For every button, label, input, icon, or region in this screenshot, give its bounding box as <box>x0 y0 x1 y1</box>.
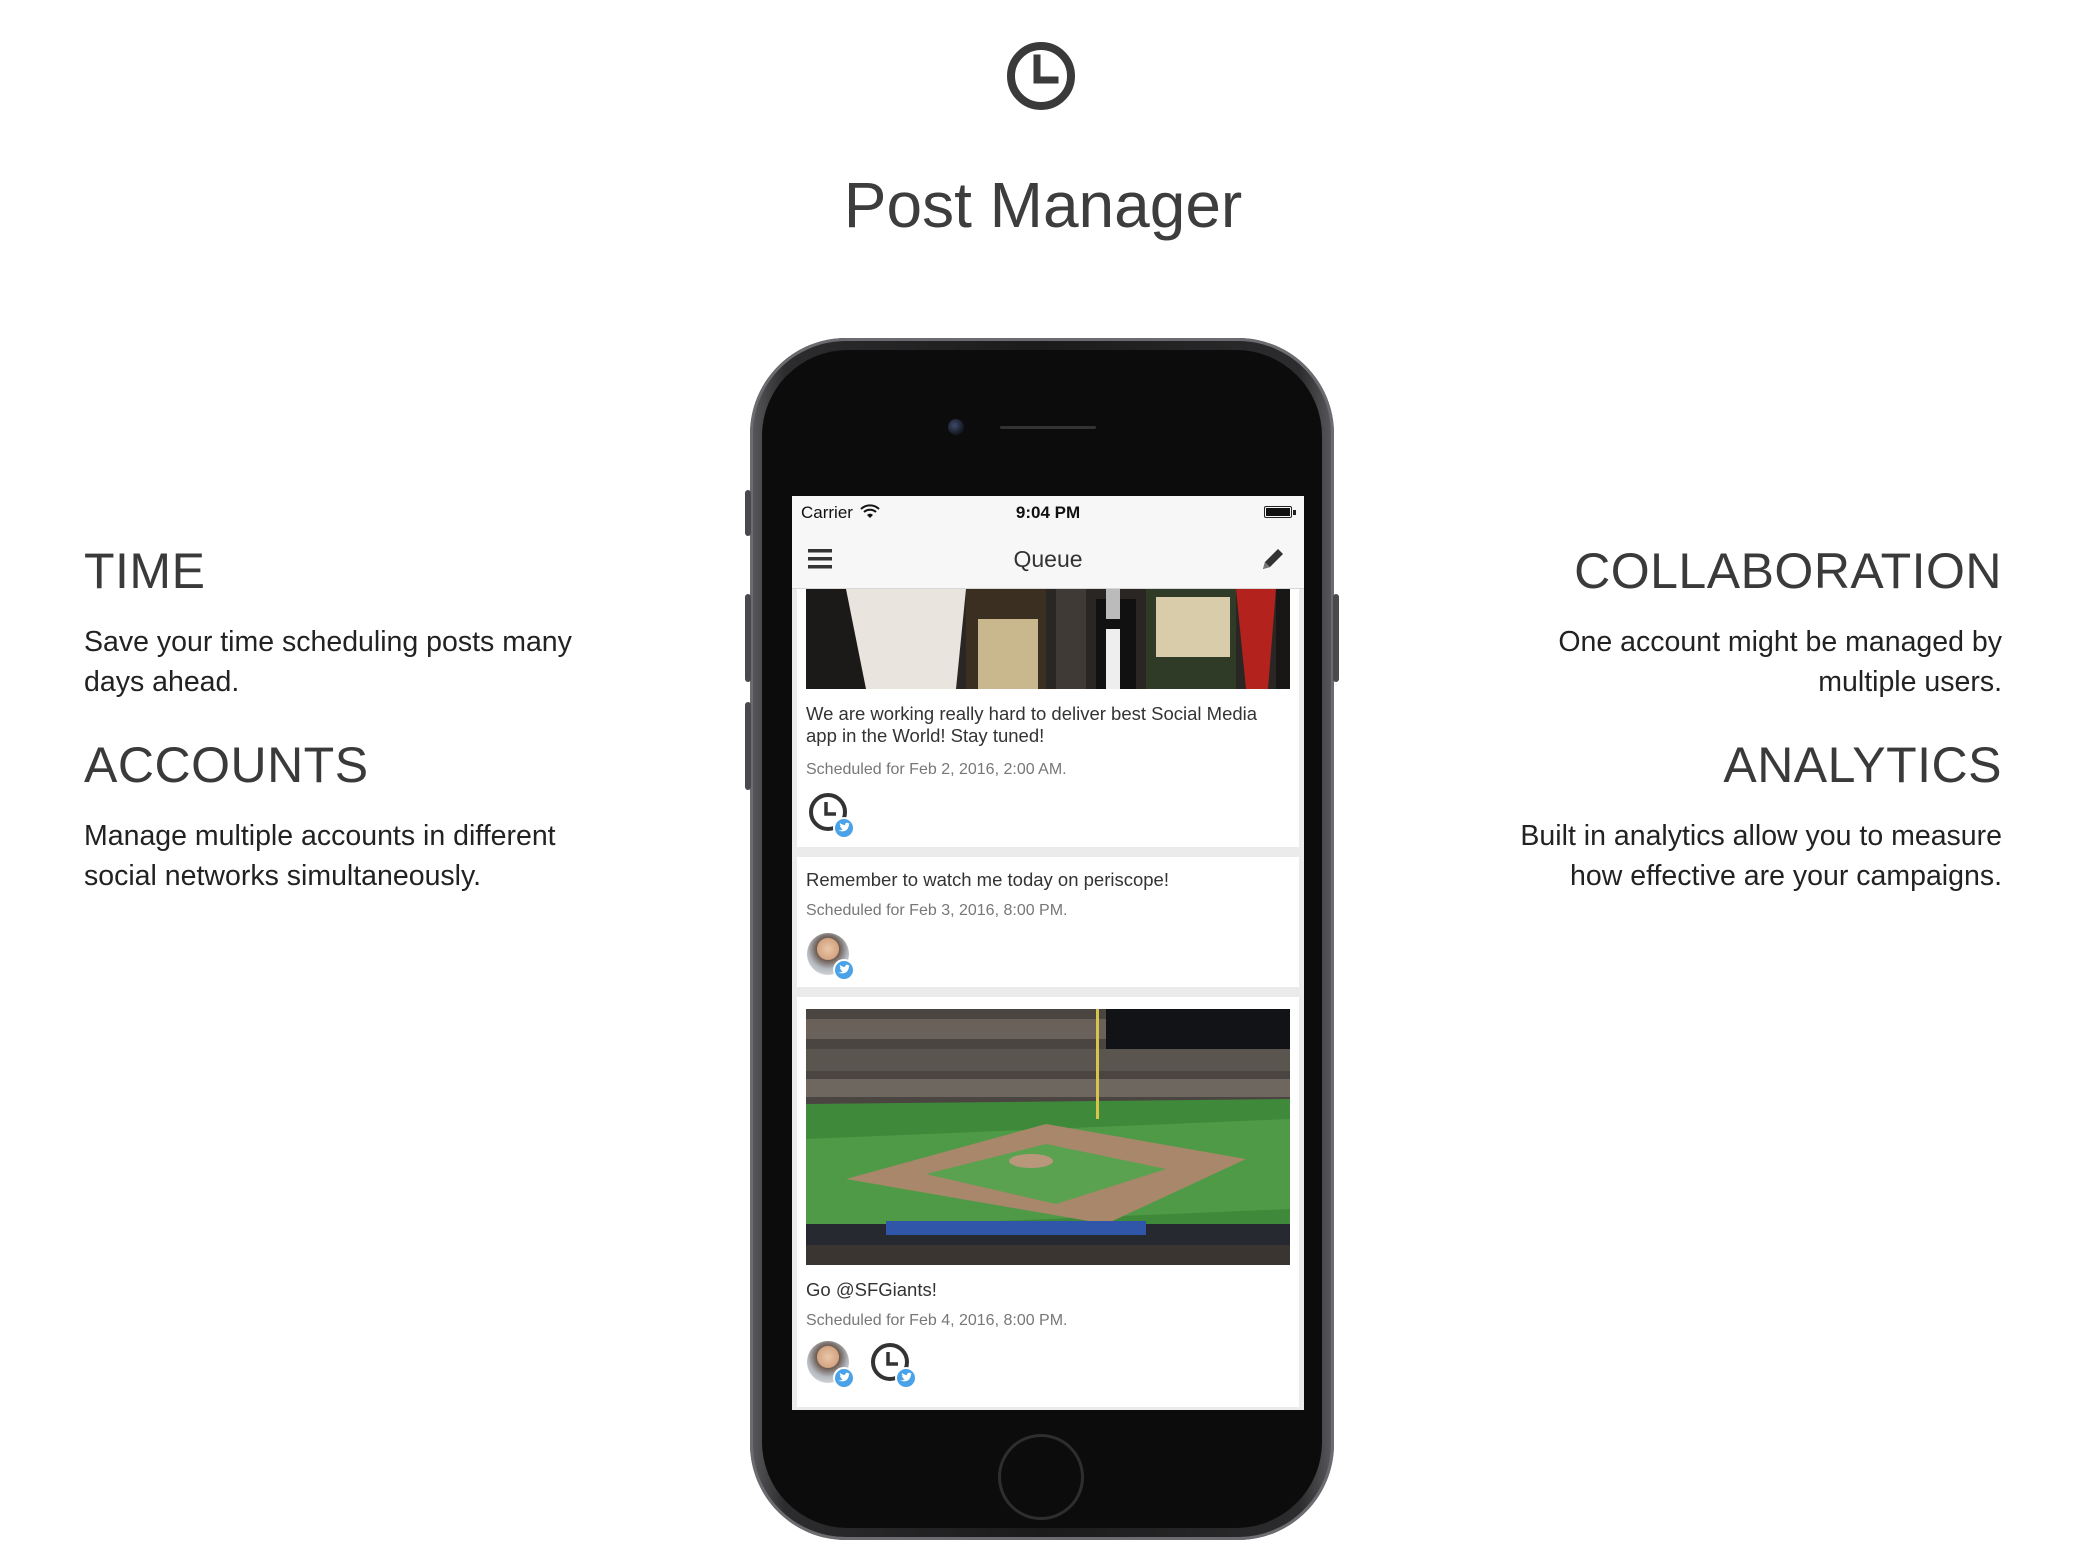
account-user-avatar[interactable] <box>807 1341 855 1389</box>
feature-collaboration: COLLABORATION One account might be manag… <box>1422 542 2002 702</box>
phone-volume-up <box>745 594 751 682</box>
battery-icon <box>1264 506 1292 518</box>
feature-title: ANALYTICS <box>1723 737 2002 793</box>
post-card[interactable]: Remember to watch me today on periscope!… <box>797 857 1299 987</box>
front-camera <box>948 419 964 435</box>
phone-silent-switch <box>745 490 751 536</box>
phone-screen: Carrier 9:04 PM Queue We are working rea… <box>792 496 1304 1410</box>
account-user-avatar[interactable] <box>807 933 855 981</box>
bottles-photo <box>806 589 1290 689</box>
clock-icon <box>1007 42 1075 110</box>
phone-power-button <box>1333 594 1339 682</box>
twitter-bird-icon <box>838 1372 850 1382</box>
twitter-bird-icon <box>838 822 850 832</box>
post-text: Go @SFGiants! <box>806 1279 937 1300</box>
feature-description: Save your time scheduling posts many day… <box>84 626 572 698</box>
feature-description: One account might be managed by multiple… <box>1558 626 2002 698</box>
earpiece-speaker <box>1000 426 1096 429</box>
account-clock-avatar[interactable] <box>807 791 855 839</box>
feature-analytics: ANALYTICS Built in analytics allow you t… <box>1422 736 2002 896</box>
feature-title: ACCOUNTS <box>84 737 369 793</box>
twitter-bird-icon <box>838 964 850 974</box>
feature-description: Built in analytics allow you to measure … <box>1520 820 2002 892</box>
post-text: Remember to watch me today on periscope! <box>806 869 1169 890</box>
status-bar: Carrier 9:04 PM <box>792 496 1304 530</box>
twitter-badge-icon <box>833 817 855 839</box>
feature-title: TIME <box>84 543 206 599</box>
twitter-bird-icon <box>900 1372 912 1382</box>
phone-mockup: Carrier 9:04 PM Queue We are working rea… <box>745 338 1339 1540</box>
phone-bezel: Carrier 9:04 PM Queue We are working rea… <box>762 350 1322 1528</box>
battery-tip <box>1293 510 1296 515</box>
twitter-badge-icon <box>833 959 855 981</box>
feature-accounts: ACCOUNTS Manage multiple accounts in dif… <box>84 736 664 896</box>
post-image-bottles <box>806 589 1290 689</box>
account-clock-avatar[interactable] <box>869 1341 917 1389</box>
post-text: We are working really hard to deliver be… <box>806 703 1258 746</box>
status-time: 9:04 PM <box>1015 503 1081 522</box>
nav-title: Queue <box>1013 546 1083 572</box>
post-card[interactable]: Go @SFGiants! Scheduled for Feb 4, 2016,… <box>797 997 1299 1407</box>
ballpark-photo <box>806 1009 1290 1265</box>
home-button[interactable] <box>998 1434 1084 1520</box>
compose-icon[interactable] <box>1260 546 1286 572</box>
twitter-badge-icon <box>895 1367 917 1389</box>
post-scheduled-time: Scheduled for Feb 4, 2016, 8:00 PM. <box>806 1312 1068 1329</box>
nav-bar: Queue <box>792 530 1304 589</box>
feature-time: TIME Save your time scheduling posts man… <box>84 542 664 702</box>
page-title: Post Manager <box>843 169 1243 241</box>
post-scheduled-time: Scheduled for Feb 3, 2016, 8:00 PM. <box>806 902 1068 919</box>
feature-title: COLLABORATION <box>1574 543 2002 599</box>
post-image-ballpark <box>806 1009 1290 1265</box>
post-card[interactable]: We are working really hard to deliver be… <box>797 589 1299 847</box>
twitter-badge-icon <box>833 1367 855 1389</box>
phone-volume-down <box>745 702 751 790</box>
feature-description: Manage multiple accounts in different so… <box>84 820 556 892</box>
post-scheduled-time: Scheduled for Feb 2, 2016, 2:00 AM. <box>806 761 1067 778</box>
